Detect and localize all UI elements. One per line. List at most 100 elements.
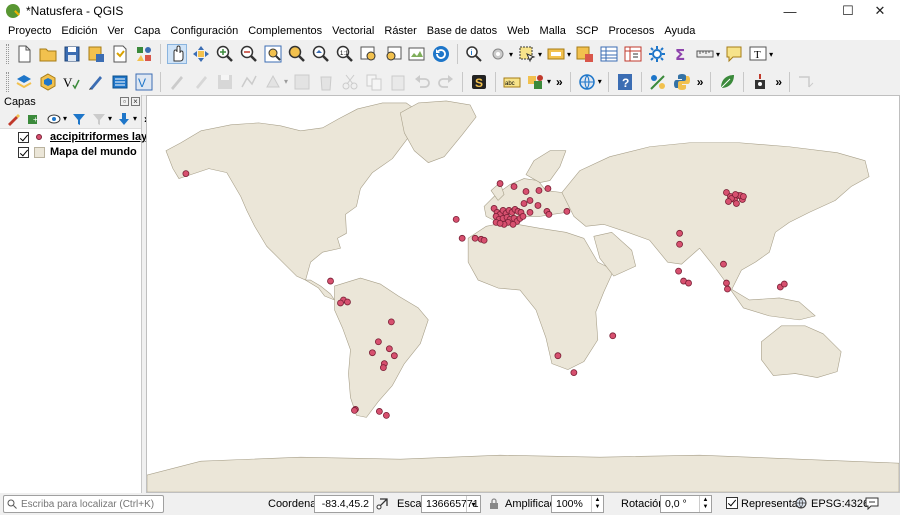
save-as-icon[interactable]	[86, 44, 106, 64]
filter-expression-icon[interactable]	[91, 111, 107, 127]
layer-labeling-icon[interactable]	[526, 72, 546, 92]
new-project-icon[interactable]	[14, 44, 34, 64]
cut-features-icon[interactable]	[340, 72, 360, 92]
menu-malla[interactable]: Malla	[535, 25, 571, 37]
magnifier-field[interactable]: 100% ▲ ▼	[551, 495, 604, 513]
observation-point[interactable]	[570, 369, 578, 376]
toolbar-grip[interactable]	[6, 71, 9, 92]
python-console-icon[interactable]	[672, 72, 692, 92]
observation-point[interactable]	[452, 215, 460, 223]
toggle-extents-icon[interactable]	[376, 497, 389, 513]
style-manager-icon[interactable]	[134, 44, 154, 64]
observation-point[interactable]	[725, 198, 732, 205]
minimize-button[interactable]: —	[768, 0, 812, 22]
delete-selected-icon[interactable]	[316, 72, 336, 92]
magnifier-spinner[interactable]: ▲ ▼	[591, 496, 603, 512]
toolbar-more-icon[interactable]: »	[556, 75, 563, 89]
new-print-layout-icon[interactable]	[110, 44, 130, 64]
observation-point[interactable]	[519, 213, 527, 220]
label-tool-icon[interactable]: abc	[502, 72, 522, 92]
field-calculator-icon[interactable]	[623, 44, 643, 64]
pan-map-icon[interactable]	[167, 44, 187, 64]
zoom-selection-icon[interactable]	[287, 44, 307, 64]
observation-point[interactable]	[337, 299, 344, 307]
add-group-icon[interactable]: +	[26, 111, 42, 127]
observation-point[interactable]	[732, 191, 739, 198]
locator-bar[interactable]	[3, 495, 164, 513]
scale-field[interactable]: 136665771 ▾	[421, 495, 481, 513]
open-project-icon[interactable]	[38, 44, 58, 64]
observation-point[interactable]	[724, 285, 731, 293]
data-source-manager-icon[interactable]	[14, 72, 34, 92]
menu-procesos[interactable]: Procesos	[603, 25, 659, 37]
paste-features-icon[interactable]	[388, 72, 408, 92]
visibility-dropdown-icon[interactable]: ▾	[63, 114, 67, 123]
observation-point[interactable]	[522, 188, 530, 195]
observation-point[interactable]	[351, 407, 358, 414]
menu-proyecto[interactable]: Proyecto	[3, 25, 56, 37]
close-panel-button[interactable]: ×	[131, 97, 140, 106]
map-canvas[interactable]	[146, 95, 900, 493]
layer-item-accipitriformes[interactable]: accipitriformes layer	[0, 130, 158, 144]
processing-toolbox-icon[interactable]	[647, 44, 667, 64]
observation-point[interactable]	[496, 219, 504, 227]
refresh-icon[interactable]	[431, 44, 451, 64]
vertex-tool-icon[interactable]	[263, 72, 283, 92]
menu-raster[interactable]: Ráster	[379, 25, 421, 37]
crs-label[interactable]: EPSG:4326	[811, 498, 869, 510]
annotation-dropdown-icon[interactable]: ▾	[769, 50, 773, 59]
coordinate-field[interactable]: -83.4,45.2	[314, 495, 374, 513]
current-edits-icon[interactable]	[167, 72, 187, 92]
observation-point[interactable]	[723, 279, 730, 287]
toolbar-more-icon[interactable]: »	[775, 75, 782, 89]
menu-ayuda[interactable]: Ayuda	[659, 25, 700, 37]
measure-line-icon[interactable]	[695, 44, 715, 64]
observation-point[interactable]	[182, 170, 190, 177]
world-map[interactable]	[147, 96, 899, 492]
observation-point[interactable]	[535, 187, 543, 194]
observation-point[interactable]	[496, 180, 504, 187]
menu-vectorial[interactable]: Vectorial	[327, 25, 379, 37]
identify-features-icon[interactable]: i	[464, 44, 484, 64]
expand-dropdown-icon[interactable]: ▾	[133, 114, 137, 123]
observation-point[interactable]	[374, 338, 382, 346]
observation-point[interactable]	[554, 352, 562, 360]
attribute-table-icon[interactable]	[599, 44, 619, 64]
menu-base-de-datos[interactable]: Base de datos	[422, 25, 502, 37]
map-tips-icon[interactable]	[724, 44, 744, 64]
select-dropdown-icon[interactable]: ▾	[538, 50, 542, 59]
undo-icon[interactable]	[412, 72, 432, 92]
observation-point[interactable]	[387, 318, 395, 326]
observation-point[interactable]	[385, 345, 393, 353]
observation-point[interactable]	[780, 280, 788, 288]
observation-point[interactable]	[563, 208, 571, 215]
actions-dropdown-icon[interactable]: ▾	[509, 50, 513, 59]
zoom-out-icon[interactable]	[239, 44, 259, 64]
snapping-icon[interactable]	[796, 72, 816, 92]
observation-point[interactable]	[509, 220, 517, 228]
observation-point[interactable]	[369, 349, 376, 357]
observation-point[interactable]	[526, 209, 534, 216]
menu-web[interactable]: Web	[502, 25, 534, 37]
observation-point[interactable]	[720, 260, 727, 268]
labeling-dropdown-icon[interactable]: ▾	[547, 77, 551, 86]
observation-point[interactable]	[480, 236, 488, 244]
georeferencer-icon[interactable]	[648, 72, 668, 92]
select-features-icon[interactable]	[517, 44, 537, 64]
observation-point[interactable]	[544, 185, 552, 192]
layer-visibility-checkbox[interactable]	[18, 146, 29, 158]
locator-search-input[interactable]	[21, 498, 161, 510]
observation-point[interactable]	[675, 267, 682, 275]
measure-dropdown-icon[interactable]: ▾	[716, 50, 720, 59]
virtual-layer-icon[interactable]: V	[134, 72, 154, 92]
zoom-full-icon[interactable]	[263, 44, 283, 64]
menu-capa[interactable]: Capa	[129, 25, 165, 37]
menu-scp[interactable]: SCP	[571, 25, 604, 37]
expression-dropdown-icon[interactable]: ▾	[108, 114, 112, 123]
manage-visibility-icon[interactable]	[46, 111, 62, 127]
web-dropdown-icon[interactable]: ▾	[598, 77, 602, 86]
layer-name[interactable]: accipitriformes layer	[50, 131, 158, 143]
filter-legend-icon[interactable]	[71, 111, 87, 127]
observation-point[interactable]	[676, 240, 683, 248]
save-project-icon[interactable]	[62, 44, 82, 64]
